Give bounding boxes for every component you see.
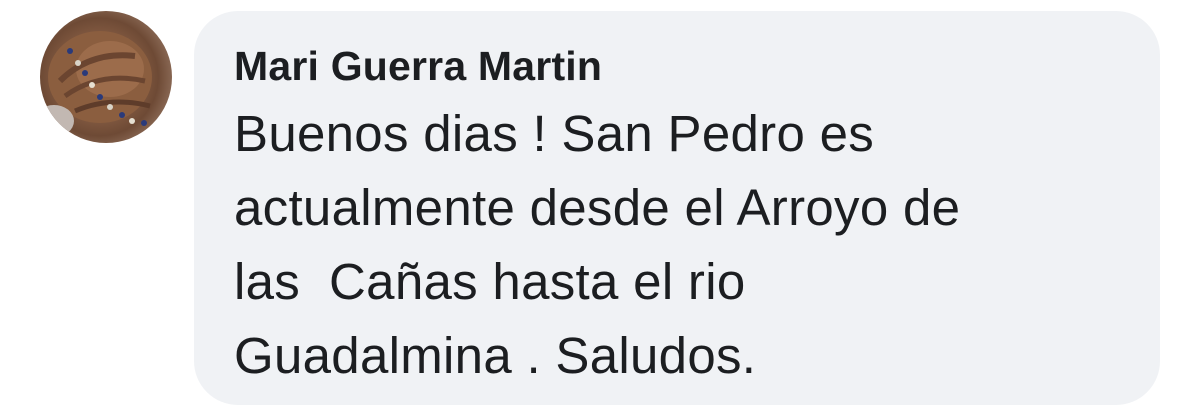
comment-text-line: Guadalmina . Saludos.	[234, 327, 757, 384]
comment: Mari Guerra Martin Buenos dias ! San Ped…	[0, 0, 1200, 409]
comment-text-line: Buenos dias ! San Pedro es	[234, 105, 875, 162]
comment-bubble: Mari Guerra Martin Buenos dias ! San Ped…	[194, 11, 1160, 405]
comment-text-line: actualmente desde el Arroyo de	[234, 179, 961, 236]
comment-text-line: las Cañas hasta el rio	[234, 253, 746, 310]
avatar-image	[40, 31, 152, 137]
comment-text: Buenos dias ! San Pedro es actualmente d…	[234, 97, 1120, 393]
comment-author[interactable]: Mari Guerra Martin	[234, 39, 1120, 93]
avatar[interactable]	[40, 11, 172, 143]
